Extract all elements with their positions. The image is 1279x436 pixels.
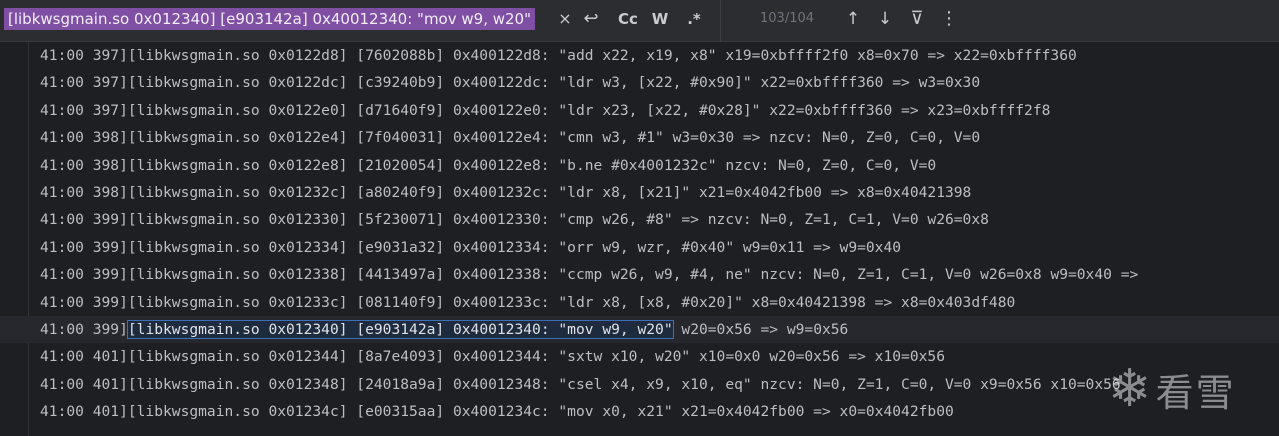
filter-icon[interactable]: ⊽ <box>906 6 928 32</box>
log-line: 41:00 399][libkwsgmain.so 0x012334] [e90… <box>40 238 902 256</box>
log-view[interactable]: 41:00 397][libkwsgmain.so 0x0122d8] [760… <box>0 42 1279 436</box>
log-line: 41:00 399][libkwsgmain.so 0x012330] [5f2… <box>40 211 989 229</box>
log-line: 41:00 397][libkwsgmain.so 0x0122e0] [d71… <box>40 101 1051 119</box>
log-line: 41:00 399][libkwsgmain.so 0x012338] [441… <box>40 266 1139 284</box>
log-line: 41:00 401][libkwsgmain.so 0x012344] [8a7… <box>40 348 945 366</box>
log-line: 41:00 398][libkwsgmain.so 0x0122e4] [7f0… <box>40 129 981 147</box>
log-line: 41:00 397][libkwsgmain.so 0x0122dc] [c39… <box>40 74 981 92</box>
divider <box>720 0 721 42</box>
whole-word-toggle[interactable]: W <box>648 6 672 32</box>
replace-icon[interactable]: ↩ <box>580 6 602 32</box>
log-line: 41:00 398][libkwsgmain.so 0x01232c] [a80… <box>40 183 972 201</box>
close-icon[interactable]: × <box>556 6 574 32</box>
snowflake-icon: ❄ <box>1108 359 1152 419</box>
watermark: ❄ 看雪 <box>1108 356 1278 422</box>
log-line: 41:00 401][libkwsgmain.so 0x012348] [240… <box>40 375 1121 393</box>
match-case-toggle[interactable]: Cc <box>614 6 642 32</box>
match-counter: 103/104 <box>760 11 815 26</box>
log-line: 41:00 398][libkwsgmain.so 0x0122e8] [210… <box>40 156 937 174</box>
line-suffix: w20=0x56 => w9=0x56 <box>672 320 849 338</box>
next-match-icon[interactable]: ↓ <box>874 6 896 32</box>
search-bar: [libkwsgmain.so 0x012340] [e903142a] 0x4… <box>0 0 1279 42</box>
line-prefix: 41:00 399] <box>40 320 128 338</box>
log-line: 41:00 401][libkwsgmain.so 0x01234c] [e00… <box>40 403 954 421</box>
current-log-line: 41:00 399][libkwsgmain.so 0x012340] [e90… <box>0 315 1279 344</box>
watermark-text: 看雪 <box>1155 370 1236 415</box>
search-input[interactable]: [libkwsgmain.so 0x012340] [e903142a] 0x4… <box>4 8 535 30</box>
log-line: 41:00 399][libkwsgmain.so 0x01233c] [081… <box>40 293 1016 311</box>
more-options-icon[interactable]: ⋮ <box>938 6 960 32</box>
log-line: 41:00 397][libkwsgmain.so 0x0122d8] [760… <box>40 47 1077 64</box>
search-match-highlight: [libkwsgmain.so 0x012340] [e903142a] 0x4… <box>126 319 674 339</box>
previous-match-icon[interactable]: ↑ <box>842 6 864 32</box>
regex-toggle[interactable]: .* <box>682 6 706 32</box>
